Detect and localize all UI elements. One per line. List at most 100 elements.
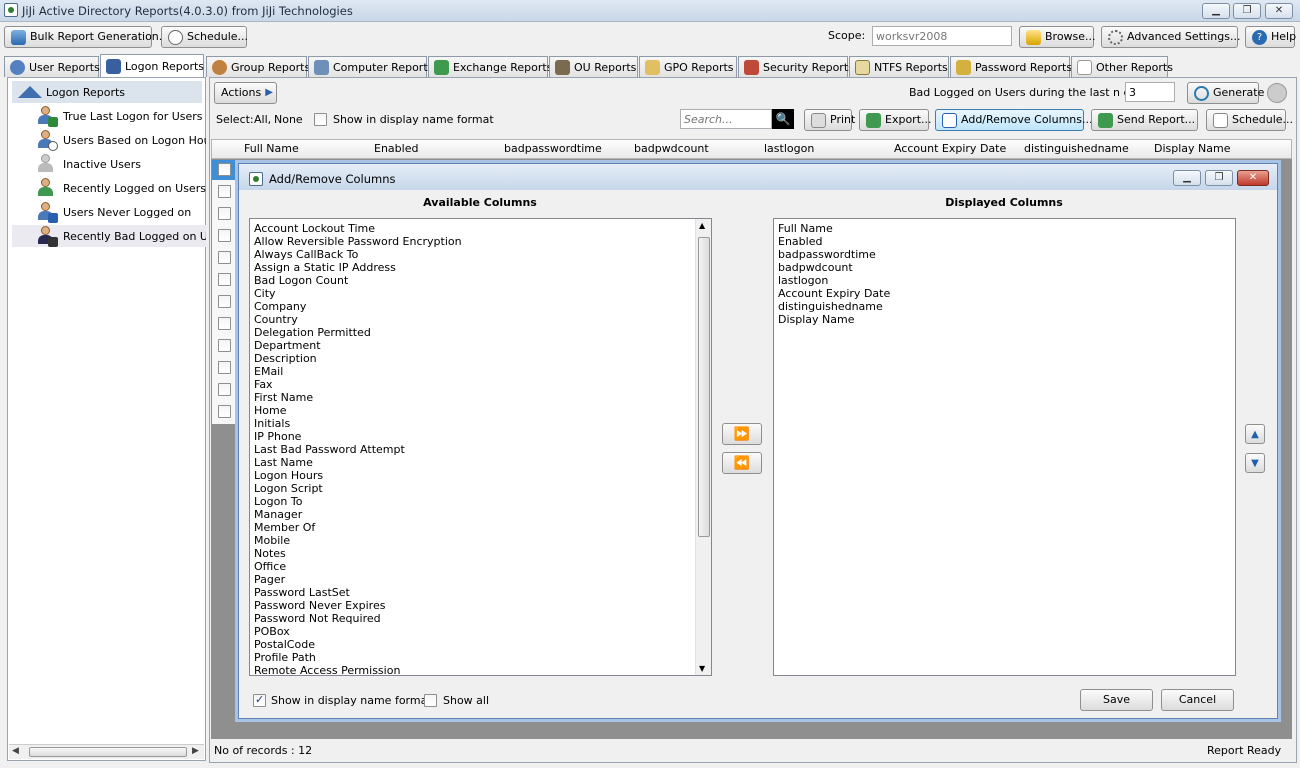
list-item[interactable]: Password Not Required <box>254 612 381 625</box>
close-button[interactable]: ✕ <box>1265 3 1293 19</box>
list-item[interactable]: Remote Access Permission <box>254 664 400 675</box>
add-column-button[interactable]: ⏩ <box>722 423 762 445</box>
list-item[interactable]: Bad Logon Count <box>254 274 348 287</box>
tab-other-reports[interactable]: Other Reports <box>1071 56 1173 77</box>
generate-button[interactable]: Generate <box>1187 82 1264 104</box>
col-display-name[interactable]: Display Name <box>1154 142 1231 155</box>
show-all-checkbox[interactable] <box>424 694 437 707</box>
list-item[interactable]: Logon Script <box>254 482 323 495</box>
tree-root-logon-reports[interactable]: Logon Reports <box>12 81 202 103</box>
scroll-left-icon[interactable]: ◀ <box>12 746 19 756</box>
tab-password-reports[interactable]: Password Reports <box>950 56 1072 77</box>
table-row[interactable] <box>212 160 237 180</box>
list-item[interactable]: Pager <box>254 573 285 586</box>
list-item[interactable]: Manager <box>254 508 302 521</box>
list-item[interactable]: Allow Reversible Password Encryption <box>254 235 462 248</box>
list-item[interactable]: Fax <box>254 378 273 391</box>
dialog-maximize-button[interactable]: ❐ <box>1205 170 1233 186</box>
list-item[interactable]: Country <box>254 313 298 326</box>
list-item[interactable]: Account Lockout Time <box>254 222 375 235</box>
bulk-report-button[interactable]: Bulk Report Generation... <box>4 26 169 48</box>
tree-item-inactive-users[interactable]: Inactive Users <box>34 153 206 175</box>
tree-item-never-logged[interactable]: Users Never Logged on <box>34 201 206 223</box>
tree-item-true-last-logon[interactable]: True Last Logon for Users <box>34 105 206 127</box>
tab-computer-reports[interactable]: Computer Reports <box>308 56 433 77</box>
dialog-close-button[interactable]: ✕ <box>1237 170 1269 186</box>
scroll-thumb[interactable] <box>698 237 710 537</box>
list-item[interactable]: First Name <box>254 391 313 404</box>
list-item[interactable]: Password LastSet <box>254 586 350 599</box>
search-input[interactable] <box>680 109 772 129</box>
save-button[interactable]: Save <box>1080 689 1153 711</box>
tab-exchange-reports[interactable]: Exchange Reports <box>428 56 552 77</box>
actions-button[interactable]: Actions ▶ <box>214 82 277 104</box>
stop-icon[interactable] <box>1267 83 1287 103</box>
row-checkbox[interactable] <box>218 251 231 264</box>
tab-ou-reports[interactable]: OU Reports <box>549 56 638 77</box>
list-item[interactable]: Assign a Static IP Address <box>254 261 396 274</box>
remove-column-button[interactable]: ⏪ <box>722 452 762 474</box>
col-enabled[interactable]: Enabled <box>374 142 418 155</box>
list-item[interactable]: POBox <box>254 625 290 638</box>
list-item[interactable]: Logon To <box>254 495 302 508</box>
list-item[interactable]: Office <box>254 560 286 573</box>
list-item[interactable]: Notes <box>254 547 286 560</box>
list-item[interactable]: Account Expiry Date <box>778 287 890 300</box>
col-lastlogon[interactable]: lastlogon <box>764 142 814 155</box>
list-item[interactable]: Initials <box>254 417 290 430</box>
tab-user-reports[interactable]: User Reports <box>4 56 100 77</box>
list-item[interactable]: Last Name <box>254 456 313 469</box>
tree-item-logon-hours[interactable]: Users Based on Logon Hours <box>34 129 206 151</box>
list-item[interactable]: IP Phone <box>254 430 301 443</box>
show-display-name-checkbox[interactable] <box>253 693 266 707</box>
list-item[interactable]: Last Bad Password Attempt <box>254 443 405 456</box>
move-down-button[interactable]: ▼ <box>1245 453 1265 473</box>
col-distinguishedname[interactable]: distinguishedname <box>1024 142 1129 155</box>
list-item[interactable]: Profile Path <box>254 651 316 664</box>
list-item[interactable]: Always CallBack To <box>254 248 358 261</box>
advanced-settings-button[interactable]: Advanced Settings... <box>1101 26 1240 48</box>
row-checkbox[interactable] <box>218 185 231 198</box>
list-item[interactable]: Home <box>254 404 286 417</box>
tab-logon-reports[interactable]: Logon Reports <box>100 54 204 77</box>
tree-item-recently-logged[interactable]: Recently Logged on Users <box>34 177 206 199</box>
days-stepper[interactable] <box>1125 82 1175 102</box>
scope-input[interactable] <box>872 26 1012 46</box>
scroll-right-icon[interactable]: ▶ <box>192 746 199 756</box>
row-checkbox[interactable] <box>218 163 231 176</box>
list-item[interactable]: Member Of <box>254 521 315 534</box>
list-item[interactable]: EMail <box>254 365 283 378</box>
col-badpwdcount[interactable]: badpwdcount <box>634 142 709 155</box>
row-checkbox[interactable] <box>218 295 231 308</box>
select-all-link[interactable]: All, <box>254 113 271 126</box>
scroll-thumb[interactable] <box>29 747 187 757</box>
tree-item-recently-bad-logged[interactable]: Recently Bad Logged on Users <box>12 225 206 247</box>
help-button[interactable]: ? Help <box>1245 26 1296 48</box>
send-report-button[interactable]: Send Report... <box>1091 109 1198 131</box>
tab-gpo-reports[interactable]: GPO Reports <box>639 56 737 77</box>
print-button[interactable]: Print <box>804 109 855 131</box>
search-icon[interactable]: 🔍 <box>772 109 794 129</box>
dialog-minimize-button[interactable]: ▁ <box>1173 170 1201 186</box>
list-item[interactable]: PostalCode <box>254 638 315 651</box>
list-item[interactable]: Logon Hours <box>254 469 323 482</box>
export-button[interactable]: Export... <box>859 109 932 131</box>
row-checkbox[interactable] <box>218 383 231 396</box>
available-columns-list[interactable]: ▲ ▼ Account Lockout Time Allow Reversible… <box>249 218 712 676</box>
move-up-button[interactable]: ▲ <box>1245 424 1265 444</box>
col-badpasswordtime[interactable]: badpasswordtime <box>504 142 602 155</box>
row-checkbox[interactable] <box>218 405 231 418</box>
maximize-button[interactable]: ❐ <box>1233 3 1261 19</box>
select-none-link[interactable]: None <box>274 113 303 126</box>
displayed-columns-list[interactable]: Full Name Enabled badpasswordtime badpwdcou… <box>773 218 1236 676</box>
list-item[interactable]: Description <box>254 352 317 365</box>
list-item[interactable]: Delegation Permitted <box>254 326 371 339</box>
list-item[interactable]: lastlogon <box>778 274 828 287</box>
list-item[interactable]: badpasswordtime <box>778 248 876 261</box>
cancel-button[interactable]: Cancel <box>1161 689 1234 711</box>
list-item[interactable]: Company <box>254 300 306 313</box>
top-schedule-button[interactable]: Schedule... <box>161 26 248 48</box>
list-item[interactable]: City <box>254 287 276 300</box>
tree-horizontal-scrollbar[interactable]: ◀ ▶ <box>9 744 204 759</box>
row-checkbox[interactable] <box>218 317 231 330</box>
